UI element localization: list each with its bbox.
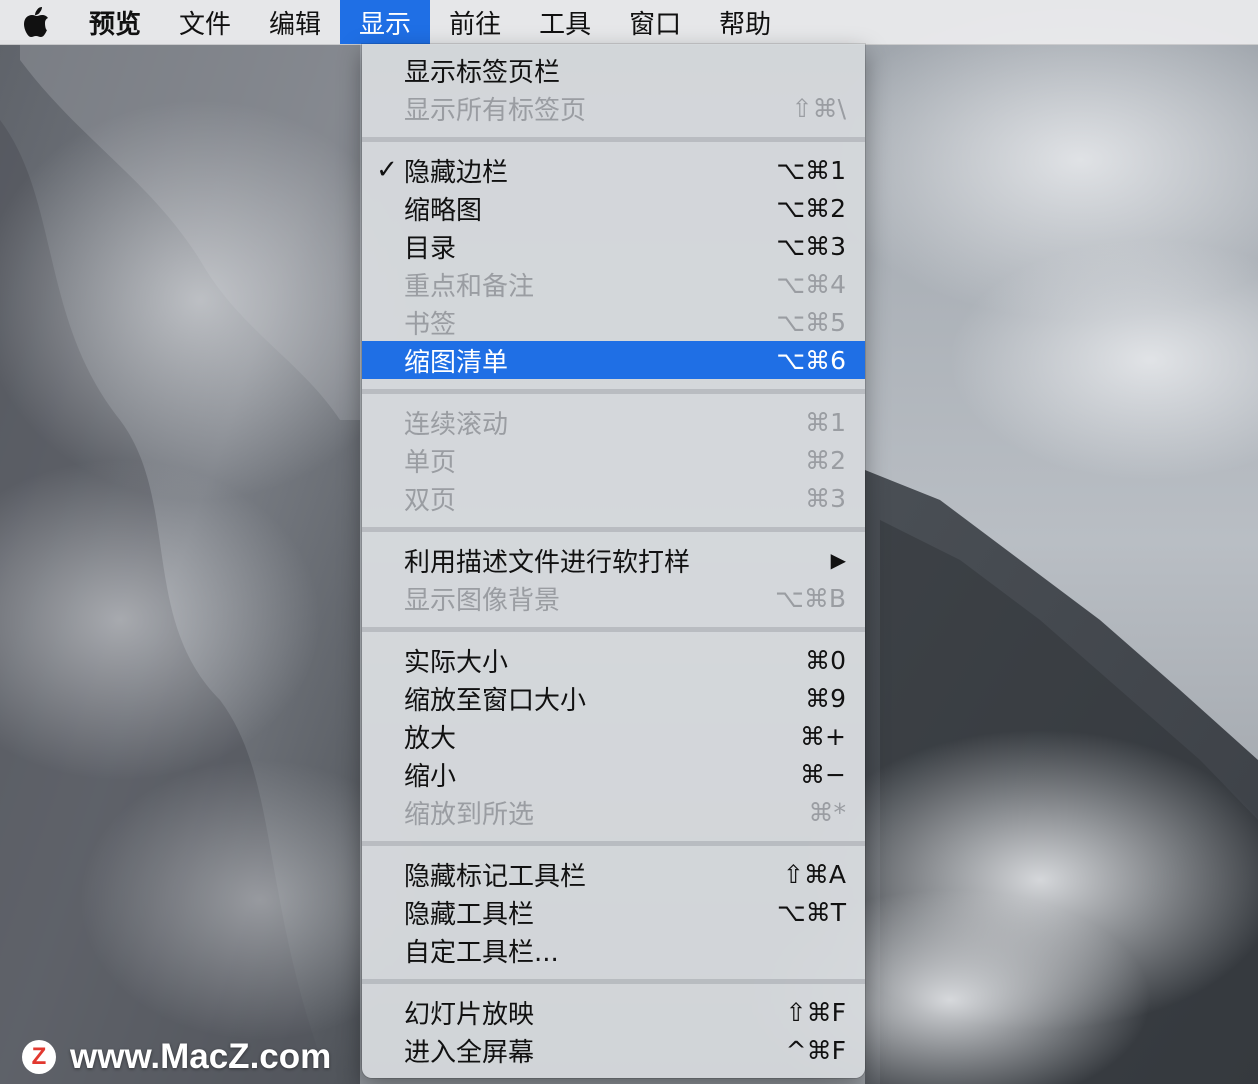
menu-item-zoom-to-fit[interactable]: 缩放至窗口大小 ⌘9: [362, 679, 865, 717]
menu-item-continuous-scroll[interactable]: 连续滚动 ⌘1: [362, 403, 865, 441]
menu-item-zoom-in[interactable]: 放大 ⌘+: [362, 717, 865, 755]
menu-item-label: 隐藏标记工具栏: [404, 861, 587, 892]
menu-item-shortcut: ⌥⌘T: [776, 897, 846, 927]
menu-separator: [362, 389, 865, 394]
menu-go[interactable]: 前往: [430, 0, 520, 44]
menu-item-highlights-notes[interactable]: 重点和备注 ⌥⌘4: [362, 265, 865, 303]
menu-item-shortcut: ⇧⌘A: [782, 859, 846, 889]
menu-preview[interactable]: 预览: [70, 0, 160, 44]
menu-item-show-image-background[interactable]: 显示图像背景 ⌥⌘B: [362, 579, 865, 617]
apple-logo-icon: [24, 7, 48, 37]
menu-item-contact-sheet[interactable]: 缩图清单 ⌥⌘6: [362, 341, 865, 379]
submenu-arrow-icon: ▶: [830, 548, 846, 572]
watermark: Z www.MacZ.com: [22, 1037, 331, 1077]
menu-separator: [362, 137, 865, 142]
menu-item-bookmarks[interactable]: 书签 ⌥⌘5: [362, 303, 865, 341]
menu-item-zoom-to-selection[interactable]: 缩放到所选 ⌘*: [362, 793, 865, 831]
menu-separator: [362, 527, 865, 532]
menu-item-label: 利用描述文件进行软打样: [404, 547, 691, 578]
menu-item-label: 缩放至窗口大小: [404, 685, 587, 716]
menu-tools[interactable]: 工具: [520, 0, 610, 44]
menu-item-show-tab-bar[interactable]: 显示标签页栏: [362, 51, 865, 89]
menu-item-shortcut: ⌘2: [805, 445, 846, 475]
menu-item-label: 幻灯片放映: [404, 999, 535, 1030]
menu-item-shortcut: ⌥⌘4: [776, 269, 846, 299]
menu-item-label: 双页: [404, 485, 457, 516]
menu-item-label: 重点和备注: [404, 271, 535, 302]
menu-item-hide-markup-toolbar[interactable]: 隐藏标记工具栏 ⇧⌘A: [362, 855, 865, 893]
menu-item-hide-sidebar[interactable]: ✓ 隐藏边栏 ⌥⌘1: [362, 151, 865, 189]
menu-item-shortcut: ⌥⌘1: [776, 155, 846, 185]
menu-item-shortcut: ⌘0: [805, 645, 846, 675]
menu-item-label: 缩小: [404, 761, 457, 792]
menu-item-actual-size[interactable]: 实际大小 ⌘0: [362, 641, 865, 679]
apple-menu[interactable]: [22, 0, 70, 44]
menu-item-shortcut: ⌘3: [805, 483, 846, 513]
menu-item-table-of-contents[interactable]: 目录 ⌥⌘3: [362, 227, 865, 265]
menu-item-shortcut: ⌥⌘2: [776, 193, 846, 223]
menu-item-label: 显示标签页栏: [404, 57, 561, 88]
menu-item-soft-proof[interactable]: 利用描述文件进行软打样 ▶: [362, 541, 865, 579]
menu-help[interactable]: 帮助: [700, 0, 790, 44]
menu-separator: [362, 979, 865, 984]
menu-item-label: 目录: [404, 233, 457, 264]
menu-window[interactable]: 窗口: [610, 0, 700, 44]
menu-view[interactable]: 显示: [340, 0, 431, 44]
menu-item-label: 显示图像背景: [404, 585, 561, 616]
menu-item-hide-toolbar[interactable]: 隐藏工具栏 ⌥⌘T: [362, 893, 865, 931]
menu-item-shortcut: ⌥⌘6: [776, 345, 846, 375]
menu-item-label: 实际大小: [404, 647, 509, 678]
menu-item-single-page[interactable]: 单页 ⌘2: [362, 441, 865, 479]
menu-item-shortcut: ⌥⌘5: [776, 307, 846, 337]
menu-edit[interactable]: 编辑: [250, 0, 340, 44]
macz-logo-icon: Z: [22, 1040, 56, 1074]
menu-item-slideshow[interactable]: 幻灯片放映 ⇧⌘F: [362, 993, 865, 1031]
watermark-text: www.MacZ.com: [70, 1037, 332, 1076]
menu-item-shortcut: ^⌘F: [785, 1035, 846, 1065]
menu-item-label: 自定工具栏...: [404, 937, 559, 968]
menu-item-label: 隐藏边栏: [404, 157, 509, 188]
menu-item-shortcut: ⌘−: [800, 759, 846, 789]
menu-item-shortcut: ⌥⌘3: [776, 231, 846, 261]
menu-file[interactable]: 文件: [160, 0, 250, 44]
menu-item-label: 进入全屏幕: [404, 1037, 535, 1068]
menu-item-label: 缩略图: [404, 195, 483, 226]
menu-item-enter-full-screen[interactable]: 进入全屏幕 ^⌘F: [362, 1031, 865, 1069]
menu-item-shortcut: ⇧⌘F: [785, 997, 846, 1027]
menu-item-customize-toolbar[interactable]: 自定工具栏...: [362, 931, 865, 969]
menu-item-shortcut: ⌘*: [808, 797, 847, 827]
menu-item-thumbnails[interactable]: 缩略图 ⌥⌘2: [362, 189, 865, 227]
menu-item-shortcut: ⌥⌘B: [775, 583, 846, 613]
menu-item-label: 连续滚动: [404, 409, 509, 440]
menu-separator: [362, 627, 865, 632]
view-menu-dropdown: 显示标签页栏 显示所有标签页 ⇧⌘\ ✓ 隐藏边栏 ⌥⌘1 缩略图 ⌥⌘2 目录…: [362, 44, 865, 1078]
menu-item-label: 缩图清单: [404, 347, 509, 378]
menu-item-shortcut: ⌘9: [805, 683, 846, 713]
menu-item-shortcut: ⇧⌘\: [791, 93, 846, 123]
menu-item-shortcut: ⌘1: [805, 407, 846, 437]
menu-item-shortcut: ⌘+: [800, 721, 846, 751]
menu-item-label: 隐藏工具栏: [404, 899, 535, 930]
menu-item-label: 书签: [404, 309, 457, 340]
menu-item-show-all-tabs[interactable]: 显示所有标签页 ⇧⌘\: [362, 89, 865, 127]
menu-bar: 预览 文件 编辑 显示 前往 工具 窗口 帮助: [0, 0, 1258, 45]
menu-item-two-pages[interactable]: 双页 ⌘3: [362, 479, 865, 517]
menu-item-label: 显示所有标签页: [404, 95, 587, 126]
menu-item-zoom-out[interactable]: 缩小 ⌘−: [362, 755, 865, 793]
menu-item-label: 缩放到所选: [404, 799, 535, 830]
menu-item-label: 放大: [404, 723, 457, 754]
checkmark-icon: ✓: [376, 155, 398, 185]
menu-separator: [362, 841, 865, 846]
menu-item-label: 单页: [404, 447, 457, 478]
